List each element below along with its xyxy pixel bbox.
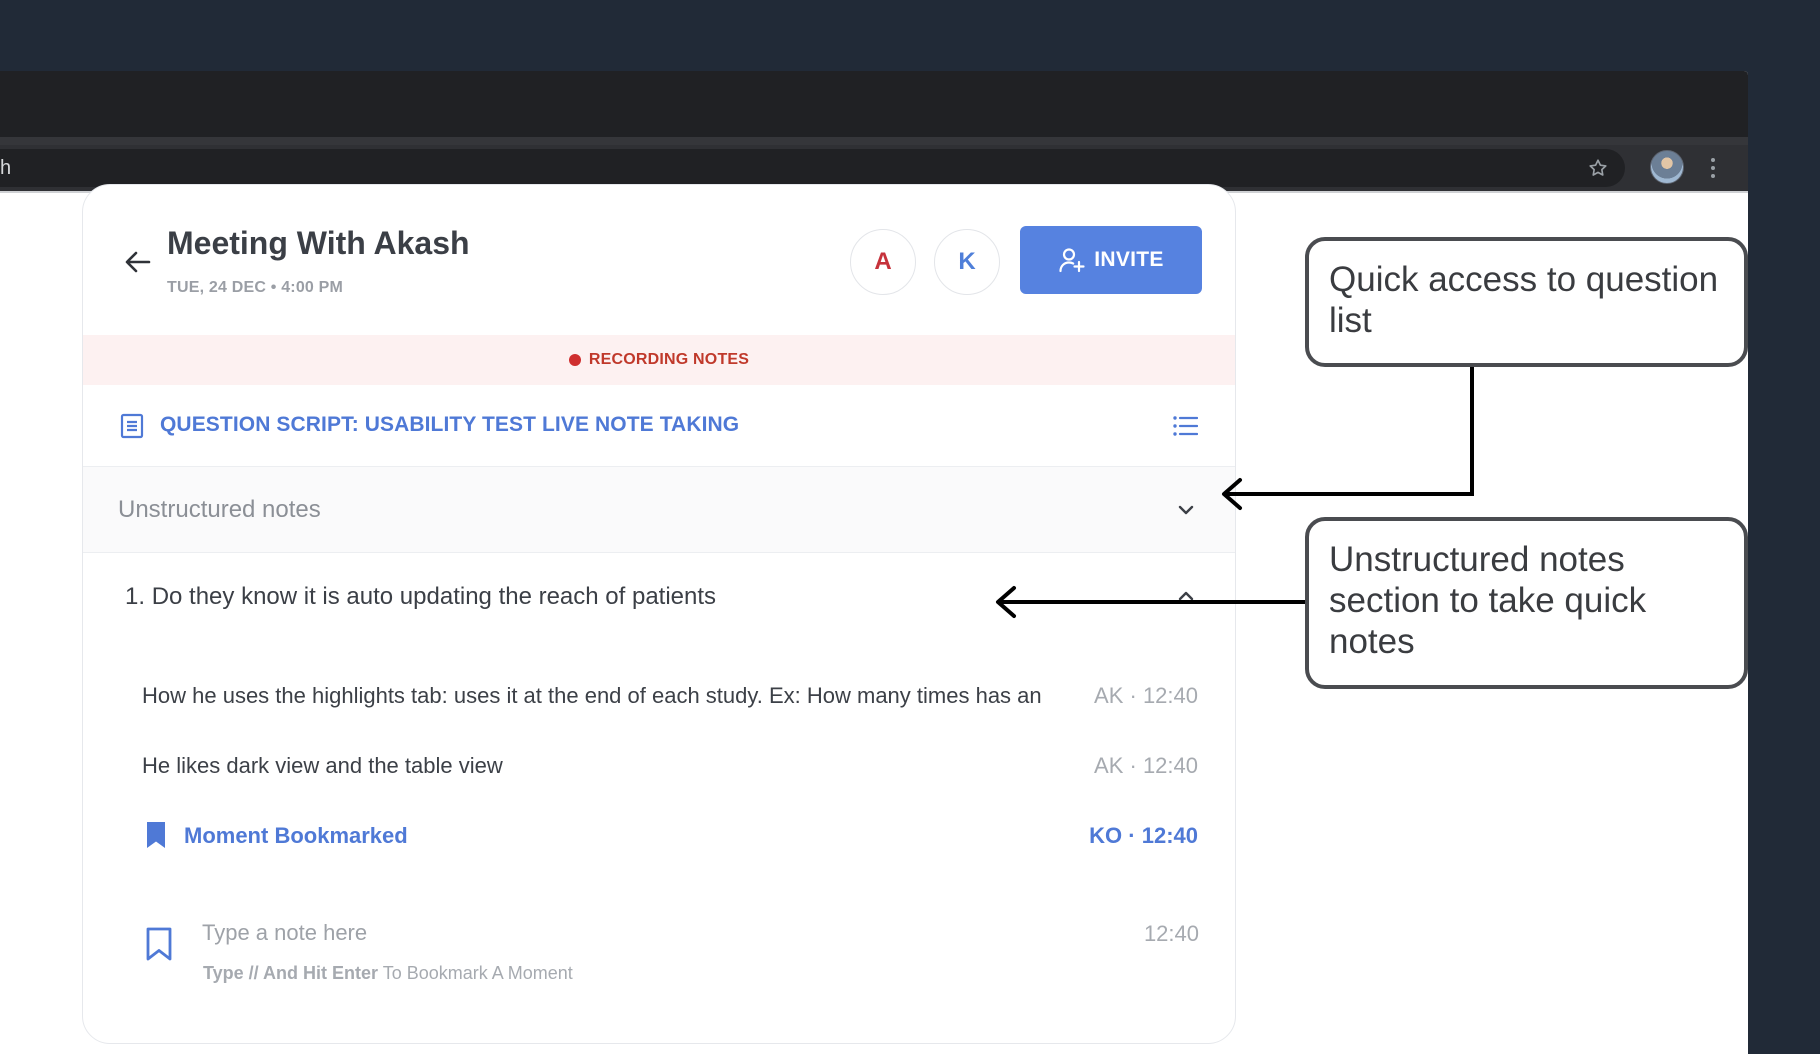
browser-tab-bar	[0, 71, 1748, 137]
question-number: 1.	[125, 583, 146, 610]
meeting-datetime: TUE, 24 DEC • 4:00 PM	[167, 279, 344, 296]
divider	[83, 1043, 1181, 1044]
star-icon[interactable]	[1587, 157, 1609, 179]
add-user-icon	[1059, 248, 1085, 273]
stage: h Meeting With Akash TUE, 24 DEC • 4:00 …	[0, 0, 1820, 1054]
hint-bold: Type // And Hit Enter	[203, 963, 379, 983]
meeting-title: Meeting With Akash	[167, 225, 470, 261]
question-script-title[interactable]: QUESTION SCRIPT: USABILITY TEST LIVE NOT…	[160, 413, 739, 437]
profile-avatar[interactable]	[1650, 150, 1684, 184]
recording-label: RECORDING NOTES	[588, 351, 750, 368]
note-author-time: KO · 12:40	[1075, 823, 1198, 849]
invite-label: INVITE	[1094, 248, 1164, 271]
recording-banner: RECORDING NOTES	[83, 335, 1235, 385]
meeting-notes-card: Meeting With Akash TUE, 24 DEC • 4:00 PM…	[82, 184, 1236, 1044]
question-label: Do they know it is auto updating the rea…	[151, 583, 717, 610]
back-arrow-icon[interactable]	[123, 247, 153, 277]
hint-rest: To Bookmark A Moment	[378, 963, 573, 983]
unstructured-notes-label: Unstructured notes	[118, 496, 321, 523]
note-author-time: AK · 12:40	[1080, 683, 1198, 709]
bookmark-filled-icon	[147, 822, 165, 848]
chevron-down-icon[interactable]	[1175, 499, 1197, 521]
question-script-row[interactable]: QUESTION SCRIPT: USABILITY TEST LIVE NOT…	[83, 385, 1235, 467]
document-icon	[120, 413, 144, 439]
more-menu-icon[interactable]	[1710, 156, 1716, 180]
note-author-time: AK · 12:40	[1080, 753, 1198, 779]
participant-avatar-a[interactable]: A	[850, 229, 916, 295]
participant-avatar-k[interactable]: K	[934, 229, 1000, 295]
note-item[interactable]: He likes dark view and the table view AK…	[83, 741, 1235, 791]
input-time: 12:40	[1143, 921, 1199, 946]
chevron-up-icon[interactable]	[1175, 585, 1197, 607]
address-text: h	[0, 157, 12, 179]
note-text: He likes dark view and the table view	[142, 753, 503, 778]
callout-question-list: Quick access to question list	[1305, 237, 1748, 367]
bookmark-note-item[interactable]: Moment Bookmarked KO · 12:40	[83, 811, 1235, 861]
note-text: How he uses the highlights tab: uses it …	[142, 683, 1042, 708]
invite-button[interactable]: INVITE	[1020, 226, 1202, 294]
bookmark-label: Moment Bookmarked	[184, 823, 408, 848]
callout-unstructured-notes: Unstructured notes section to take quick…	[1305, 517, 1748, 689]
note-item[interactable]: How he uses the highlights tab: uses it …	[83, 671, 1235, 721]
browser-tab-strip	[0, 137, 1748, 145]
recording-dot-icon	[568, 354, 581, 366]
note-input[interactable]	[202, 917, 1002, 949]
address-bar[interactable]: h	[0, 149, 1625, 187]
meeting-header: Meeting With Akash TUE, 24 DEC • 4:00 PM…	[83, 185, 1235, 335]
unstructured-notes-section[interactable]: Unstructured notes	[83, 467, 1235, 553]
note-composer: 12:40 Type // And Hit Enter To Bookmark …	[83, 905, 1235, 1025]
bookmark-outline-icon[interactable]	[145, 927, 173, 961]
question-item[interactable]: 1. Do they know it is auto updating the …	[83, 553, 1235, 639]
bookmark-hint: Type // And Hit Enter To Bookmark A Mome…	[203, 963, 573, 984]
question-list-icon[interactable]	[1172, 413, 1198, 439]
question-text: 1. Do they know it is auto updating the …	[125, 583, 716, 611]
